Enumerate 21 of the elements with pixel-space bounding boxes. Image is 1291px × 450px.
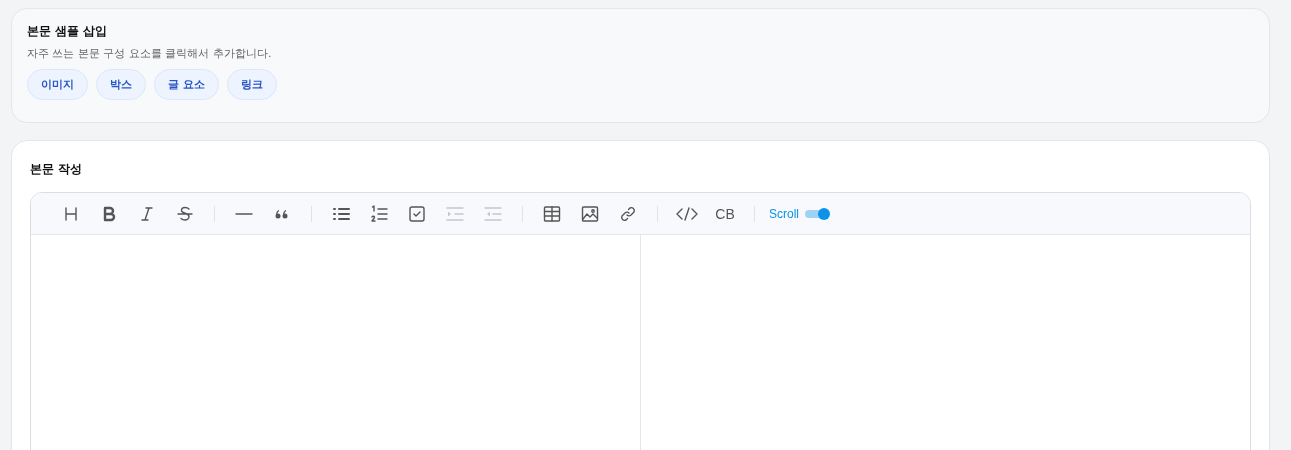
strikethrough-icon [176, 204, 194, 223]
image-icon [581, 204, 599, 223]
outdent-icon [484, 204, 502, 223]
panel-title: 본문 샘플 삽입 [27, 23, 109, 40]
heading-icon [62, 204, 80, 223]
scroll-sync-toggle[interactable]: Scroll [769, 206, 829, 221]
code-icon [676, 204, 698, 223]
panel-title: 본문 작성 [30, 161, 84, 178]
sample-chip[interactable]: 글 요소 [154, 69, 219, 100]
indent-icon [446, 204, 464, 223]
sample-chip[interactable]: 박스 [96, 69, 146, 100]
table-icon [543, 204, 561, 223]
numbered-list-icon [370, 204, 388, 223]
panel-description: 자주 쓰는 본문 구성 요소를 클릭해서 추가합니다. [27, 46, 273, 61]
codeblock-button[interactable]: CB [710, 198, 740, 229]
italic-icon [138, 204, 156, 223]
link-icon [619, 204, 637, 223]
checkbox-icon [408, 204, 426, 223]
horizontal-line-icon [235, 212, 253, 215]
sample-chip[interactable]: 이미지 [27, 69, 88, 100]
sample-chip[interactable]: 링크 [226, 69, 277, 100]
